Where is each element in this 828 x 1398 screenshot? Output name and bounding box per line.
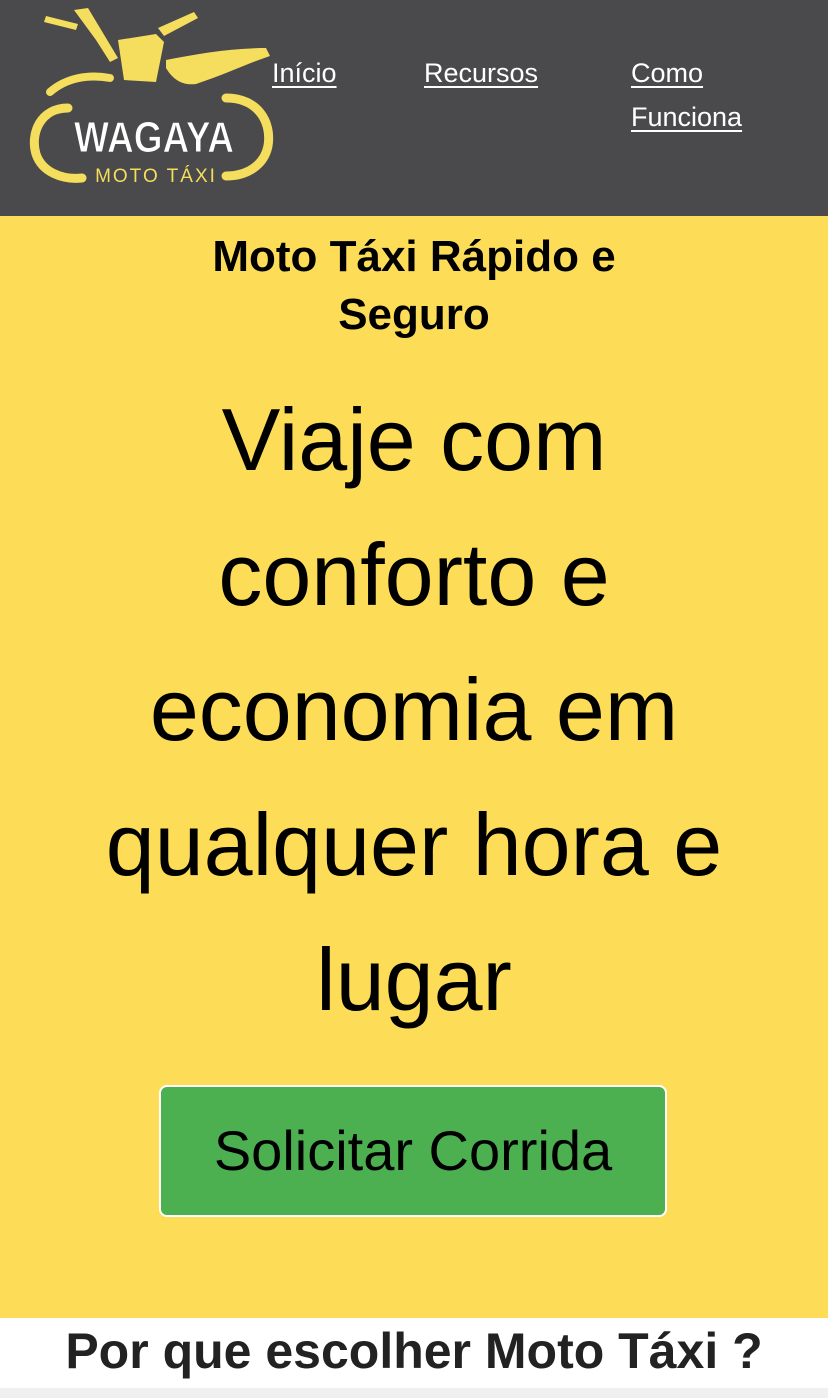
logo-name: WAGAYA — [74, 113, 234, 162]
site-header: WAGAYA MOTO TÁXI Início Recursos Como Fu… — [0, 0, 828, 216]
wagaya-logo[interactable]: WAGAYA MOTO TÁXI — [26, 4, 276, 190]
section-divider — [0, 1388, 828, 1398]
features-section-title: Por que escolher Moto Táxi ? — [65, 1323, 763, 1379]
logo-tagline: MOTO TÁXI — [95, 166, 217, 187]
nav-link-recursos[interactable]: Recursos — [424, 51, 538, 95]
hero-section: Moto Táxi Rápido e Seguro Viaje com conf… — [0, 216, 828, 1318]
nav-link-inicio[interactable]: Início — [272, 51, 337, 95]
hero-title: Viaje com conforto e economia em qualque… — [105, 390, 723, 1029]
nav-link-como-funciona[interactable]: Como Funciona — [631, 51, 781, 139]
hero-subtitle: Moto Táxi Rápido e Seguro — [212, 232, 616, 339]
request-ride-button[interactable]: Solicitar Corrida — [159, 1085, 667, 1217]
